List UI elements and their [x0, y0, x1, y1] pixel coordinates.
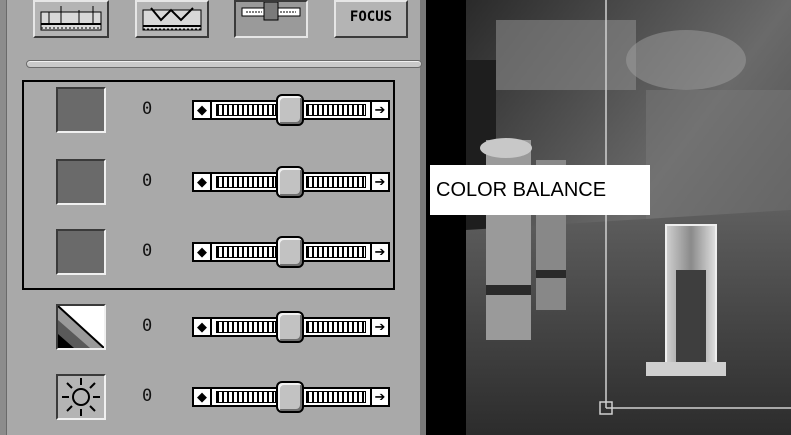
value-readout: 0 — [142, 171, 153, 191]
color-swatch-icon[interactable] — [56, 229, 106, 275]
brightness-slider[interactable]: ◆ ➔ — [192, 381, 390, 413]
slider-knob[interactable] — [276, 381, 304, 413]
arrow-left-icon[interactable]: ◆ — [192, 100, 212, 120]
color-swatch-icon[interactable] — [56, 87, 106, 133]
slider-rail — [306, 176, 366, 188]
arrow-right-icon[interactable]: ➔ — [370, 172, 390, 192]
slider-knob[interactable] — [276, 236, 304, 268]
brightness-sun-icon[interactable] — [56, 374, 106, 420]
adjust-sliders-icon — [241, 2, 301, 21]
value-readout: 0 — [142, 316, 153, 336]
slider-rail — [216, 176, 276, 188]
slider-knob[interactable] — [276, 166, 304, 198]
color-balance-row: 0 ◆ ➔ — [52, 87, 392, 133]
value-readout: 0 — [142, 241, 153, 261]
slider-knob[interactable] — [276, 94, 304, 126]
color-balance-slider[interactable]: ◆ ➔ — [192, 94, 390, 126]
value-readout: 0 — [142, 386, 153, 406]
color-balance-row: 0 ◆ ➔ — [52, 229, 392, 275]
focus-button[interactable]: FOCUS — [334, 0, 408, 38]
slider-rail — [216, 104, 276, 116]
arrow-left-icon[interactable]: ◆ — [192, 387, 212, 407]
arrow-right-icon[interactable]: ➔ — [370, 100, 390, 120]
adjustment-panel: FOCUS 0 ◆ ➔ 0 ◆ ➔ 0 ◆ ➔ 0 ◆ ➔ 0 ◆ ➔ — [0, 0, 426, 435]
tonal-curve-icon — [142, 7, 202, 31]
contrast-slider[interactable]: ◆ ➔ — [192, 311, 390, 343]
color-balance-slider[interactable]: ◆ ➔ — [192, 236, 390, 268]
panel-left-edge — [0, 0, 7, 435]
arrow-left-icon[interactable]: ◆ — [192, 242, 212, 262]
color-balance-slider[interactable]: ◆ ➔ — [192, 166, 390, 198]
panel-divider — [26, 60, 422, 68]
arrow-left-icon[interactable]: ◆ — [192, 172, 212, 192]
color-swatch-icon[interactable] — [56, 159, 106, 205]
histogram-icon — [40, 6, 102, 31]
brightness-row: 0 ◆ ➔ — [52, 374, 392, 420]
value-readout: 0 — [142, 99, 153, 119]
arrow-right-icon[interactable]: ➔ — [370, 387, 390, 407]
slider-rail — [306, 391, 366, 403]
slider-knob[interactable] — [276, 311, 304, 343]
arrow-left-icon[interactable]: ◆ — [192, 317, 212, 337]
contrast-row: 0 ◆ ➔ — [52, 304, 392, 350]
slider-rail — [306, 104, 366, 116]
photo-image — [426, 0, 791, 435]
slider-rail — [216, 321, 276, 333]
color-balance-label: COLOR BALANCE — [430, 165, 650, 215]
contrast-icon[interactable] — [56, 304, 106, 350]
arrow-right-icon[interactable]: ➔ — [370, 242, 390, 262]
tonal-curve-button[interactable] — [135, 0, 209, 38]
slider-rail — [306, 321, 366, 333]
color-balance-row: 0 ◆ ➔ — [52, 159, 392, 205]
adjust-sliders-button[interactable] — [234, 0, 308, 38]
photo-preview[interactable] — [426, 0, 791, 435]
slider-rail — [306, 246, 366, 258]
arrow-right-icon[interactable]: ➔ — [370, 317, 390, 337]
histogram-button[interactable] — [33, 0, 109, 38]
slider-rail — [216, 246, 276, 258]
slider-rail — [216, 391, 276, 403]
